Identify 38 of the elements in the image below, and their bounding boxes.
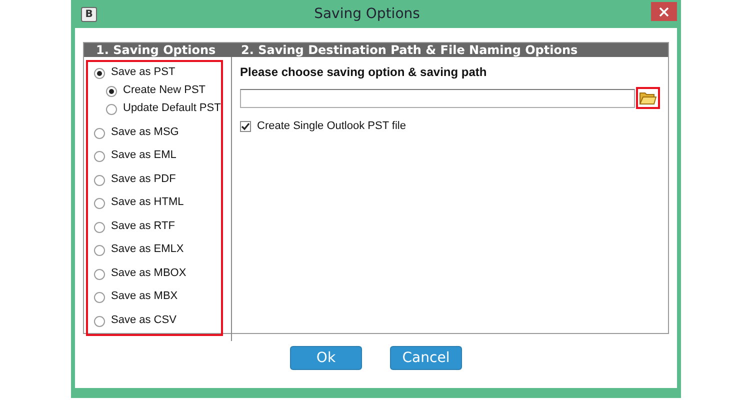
- option-label: Save as MSG: [111, 126, 179, 138]
- radio-button[interactable]: [94, 222, 105, 232]
- option-label: Create New PST: [123, 84, 206, 96]
- radio-button[interactable]: [94, 316, 105, 326]
- section-header: 1. Saving Options: [95, 43, 217, 57]
- radio-button[interactable]: [94, 68, 105, 79]
- dialog-button[interactable]: Ok: [290, 346, 362, 370]
- browse-button[interactable]: [636, 87, 660, 109]
- option-label: Save as EML: [111, 149, 176, 161]
- radio-button[interactable]: [94, 128, 105, 138]
- app-icon: B: [81, 6, 97, 22]
- option-label: Save as CSV: [111, 314, 176, 326]
- option-label: Save as HTML: [111, 196, 184, 208]
- window-title: Saving Options: [313, 6, 421, 22]
- checkbox-label: Create Single Outlook PST file: [257, 120, 406, 132]
- folder-icon: [639, 91, 657, 105]
- radio-button[interactable]: [106, 104, 117, 115]
- close-icon: [659, 6, 669, 16]
- checkbox[interactable]: [240, 120, 251, 132]
- radio-button[interactable]: [106, 86, 117, 97]
- radio-button[interactable]: [94, 292, 105, 303]
- prompt-text: Please choose saving option & saving path: [240, 65, 488, 79]
- radio-button[interactable]: [94, 198, 105, 209]
- radio-button[interactable]: [94, 151, 105, 162]
- option-label: Save as RTF: [111, 220, 175, 232]
- option-label: Save as PST: [111, 66, 176, 78]
- dialog-button[interactable]: Cancel: [390, 346, 462, 370]
- option-label: Save as PDF: [111, 172, 176, 184]
- option-label: Save as MBX: [111, 290, 178, 302]
- option-label: Save as EMLX: [111, 243, 184, 255]
- radio-button[interactable]: [94, 245, 105, 256]
- radio-button[interactable]: [94, 174, 105, 186]
- option-label: Update Default PST: [123, 102, 221, 114]
- option-label: Save as MBOX: [111, 266, 186, 278]
- section-header: 2. Saving Destination Path & File Naming Options: [240, 43, 578, 57]
- path-field[interactable]: [240, 88, 635, 108]
- radio-button[interactable]: [94, 268, 105, 280]
- close-button[interactable]: [651, 2, 677, 21]
